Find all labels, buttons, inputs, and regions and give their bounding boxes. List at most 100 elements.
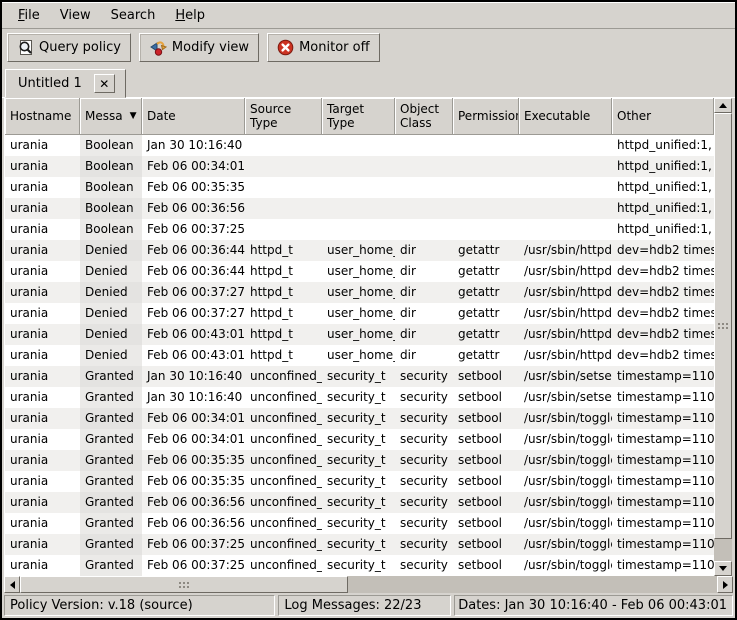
cell-executable: [519, 198, 612, 219]
notebook-page: HostnameMessa▼ Date Source TypeTarget Type…: [2, 98, 735, 576]
cell-executable: /usr/sbin/toggle: [519, 450, 612, 471]
cell-other: dev=hdb2 timesta: [612, 324, 714, 345]
cell-executable: /usr/sbin/toggle: [519, 429, 612, 450]
vertical-scrollbar[interactable]: [714, 98, 732, 576]
column-header-date[interactable]: Date: [142, 98, 245, 135]
policy-version-status: Policy Version: v.18 (source): [4, 595, 275, 616]
column-header-label: Date: [147, 109, 176, 123]
column-header-hostname[interactable]: Hostname: [5, 98, 80, 135]
cell-other: timestamp=11076: [612, 450, 714, 471]
query-policy-button[interactable]: Query policy: [7, 33, 131, 62]
table-row[interactable]: uraniaGrantedFeb 06 00:36:56unconfined_s…: [5, 492, 714, 513]
cell-other: httpd_unified:1, h: [612, 156, 714, 177]
cell-hostname: urania: [5, 261, 80, 282]
table-row[interactable]: uraniaDeniedFeb 06 00:43:01httpd_tuser_h…: [5, 324, 714, 345]
table-row[interactable]: uraniaDeniedFeb 06 00:36:44httpd_tuser_h…: [5, 240, 714, 261]
cell-message: Denied: [80, 345, 142, 366]
table-row[interactable]: uraniaGrantedFeb 06 00:35:35unconfined_s…: [5, 471, 714, 492]
toolbar-button-label: Query policy: [39, 40, 121, 55]
cell-permission: [453, 219, 519, 240]
column-header-target_type[interactable]: Target Type: [322, 98, 395, 135]
table-row[interactable]: uraniaGrantedFeb 06 00:34:01unconfined_s…: [5, 408, 714, 429]
cell-message: Granted: [80, 555, 142, 576]
table-row[interactable]: uraniaGrantedFeb 06 00:36:56unconfined_s…: [5, 513, 714, 534]
column-header-label: Executable: [524, 109, 590, 123]
table-row[interactable]: uraniaGrantedJan 30 10:16:40unconfined_s…: [5, 387, 714, 408]
horizontal-scrollbar-thumb[interactable]: [20, 576, 348, 593]
scroll-up-button[interactable]: [714, 98, 732, 113]
menu-file[interactable]: File: [8, 4, 50, 27]
sort-desc-icon: ▼: [130, 109, 137, 123]
table-row[interactable]: uraniaBooleanFeb 06 00:36:56httpd_unifie…: [5, 198, 714, 219]
modify-view-icon: [149, 39, 167, 57]
column-header-source_type[interactable]: Source Type: [245, 98, 322, 135]
table-row[interactable]: uraniaGrantedFeb 06 00:37:25unconfined_s…: [5, 534, 714, 555]
table-row[interactable]: uraniaDeniedFeb 06 00:43:01httpd_tuser_h…: [5, 345, 714, 366]
cell-source_type: unconfined_: [245, 471, 322, 492]
cell-executable: [519, 156, 612, 177]
vertical-scrollbar-trough[interactable]: [714, 113, 732, 561]
column-header-object_class[interactable]: Object Class: [395, 98, 453, 135]
monitor-off-button[interactable]: Monitor off: [267, 33, 379, 62]
tab-untitled-1[interactable]: Untitled 1 ✕: [5, 69, 126, 98]
column-header-executable[interactable]: Executable: [519, 98, 612, 135]
vertical-scrollbar-thumb[interactable]: [714, 113, 732, 539]
column-header-other[interactable]: Other: [612, 98, 714, 135]
menu-search[interactable]: Search: [101, 4, 166, 27]
column-header-message[interactable]: Messa▼: [80, 98, 142, 135]
horizontal-scrollbar-trough[interactable]: [20, 576, 717, 593]
menu-view[interactable]: View: [50, 4, 101, 27]
cell-date: Jan 30 10:16:40: [142, 366, 245, 387]
cell-object_class: [395, 219, 453, 240]
arrow-right-icon: [723, 581, 728, 589]
tab-label: Untitled 1: [18, 76, 82, 91]
cell-permission: setbool: [453, 429, 519, 450]
cell-target_type: security_t: [322, 366, 395, 387]
log-table: HostnameMessa▼ Date Source TypeTarget Type…: [4, 98, 714, 576]
scroll-right-button[interactable]: [717, 576, 733, 593]
cell-date: Feb 06 00:36:44: [142, 261, 245, 282]
table-row[interactable]: uraniaBooleanFeb 06 00:35:35httpd_unifie…: [5, 177, 714, 198]
cell-date: Feb 06 00:37:25: [142, 555, 245, 576]
cell-object_class: security: [395, 408, 453, 429]
table-row[interactable]: uraniaDeniedFeb 06 00:37:27httpd_tuser_h…: [5, 282, 714, 303]
table-header: HostnameMessa▼ Date Source TypeTarget Type…: [5, 98, 714, 135]
cell-other: timestamp=11076: [612, 534, 714, 555]
table-row[interactable]: uraniaBooleanFeb 06 00:34:01httpd_unifie…: [5, 156, 714, 177]
table-row[interactable]: uraniaGrantedJan 30 10:16:40unconfined_s…: [5, 366, 714, 387]
scroll-down-button[interactable]: [714, 561, 732, 576]
tab-close-button[interactable]: ✕: [94, 74, 115, 93]
table-row[interactable]: uraniaGrantedFeb 06 00:34:01unconfined_s…: [5, 429, 714, 450]
cell-message: Boolean: [80, 135, 142, 156]
table-row[interactable]: uraniaDeniedFeb 06 00:37:27httpd_tuser_h…: [5, 303, 714, 324]
cell-date: Feb 06 00:36:56: [142, 492, 245, 513]
grip-icon: [718, 323, 728, 329]
table-row[interactable]: uraniaBooleanFeb 06 00:37:25httpd_unifie…: [5, 219, 714, 240]
horizontal-scrollbar[interactable]: [4, 576, 733, 593]
cell-date: Feb 06 00:36:56: [142, 198, 245, 219]
cell-permission: [453, 135, 519, 156]
column-header-permission[interactable]: Permission: [453, 98, 519, 135]
cell-other: timestamp=11076: [612, 492, 714, 513]
cell-date: Jan 30 10:16:40: [142, 387, 245, 408]
table-row[interactable]: uraniaGrantedFeb 06 00:37:25unconfined_s…: [5, 555, 714, 576]
table-row[interactable]: uraniaGrantedFeb 06 00:35:35unconfined_s…: [5, 450, 714, 471]
cell-other: timestamp=11076: [612, 471, 714, 492]
cell-date: Feb 06 00:35:35: [142, 177, 245, 198]
cell-permission: setbool: [453, 555, 519, 576]
cell-permission: setbool: [453, 492, 519, 513]
cell-source_type: unconfined_: [245, 408, 322, 429]
cell-permission: getattr: [453, 324, 519, 345]
cell-object_class: security: [395, 450, 453, 471]
modify-view-button[interactable]: Modify view: [139, 33, 259, 62]
cell-hostname: urania: [5, 534, 80, 555]
table-row[interactable]: uraniaBooleanJan 30 10:16:40httpd_unifie…: [5, 135, 714, 156]
cell-source_type: httpd_t: [245, 345, 322, 366]
cell-date: Feb 06 00:35:35: [142, 471, 245, 492]
cell-hostname: urania: [5, 303, 80, 324]
cell-message: Boolean: [80, 156, 142, 177]
menu-help[interactable]: Help: [165, 4, 215, 27]
table-row[interactable]: uraniaDeniedFeb 06 00:36:44httpd_tuser_h…: [5, 261, 714, 282]
monitor-off-icon: [277, 39, 294, 56]
scroll-left-button[interactable]: [4, 576, 20, 593]
